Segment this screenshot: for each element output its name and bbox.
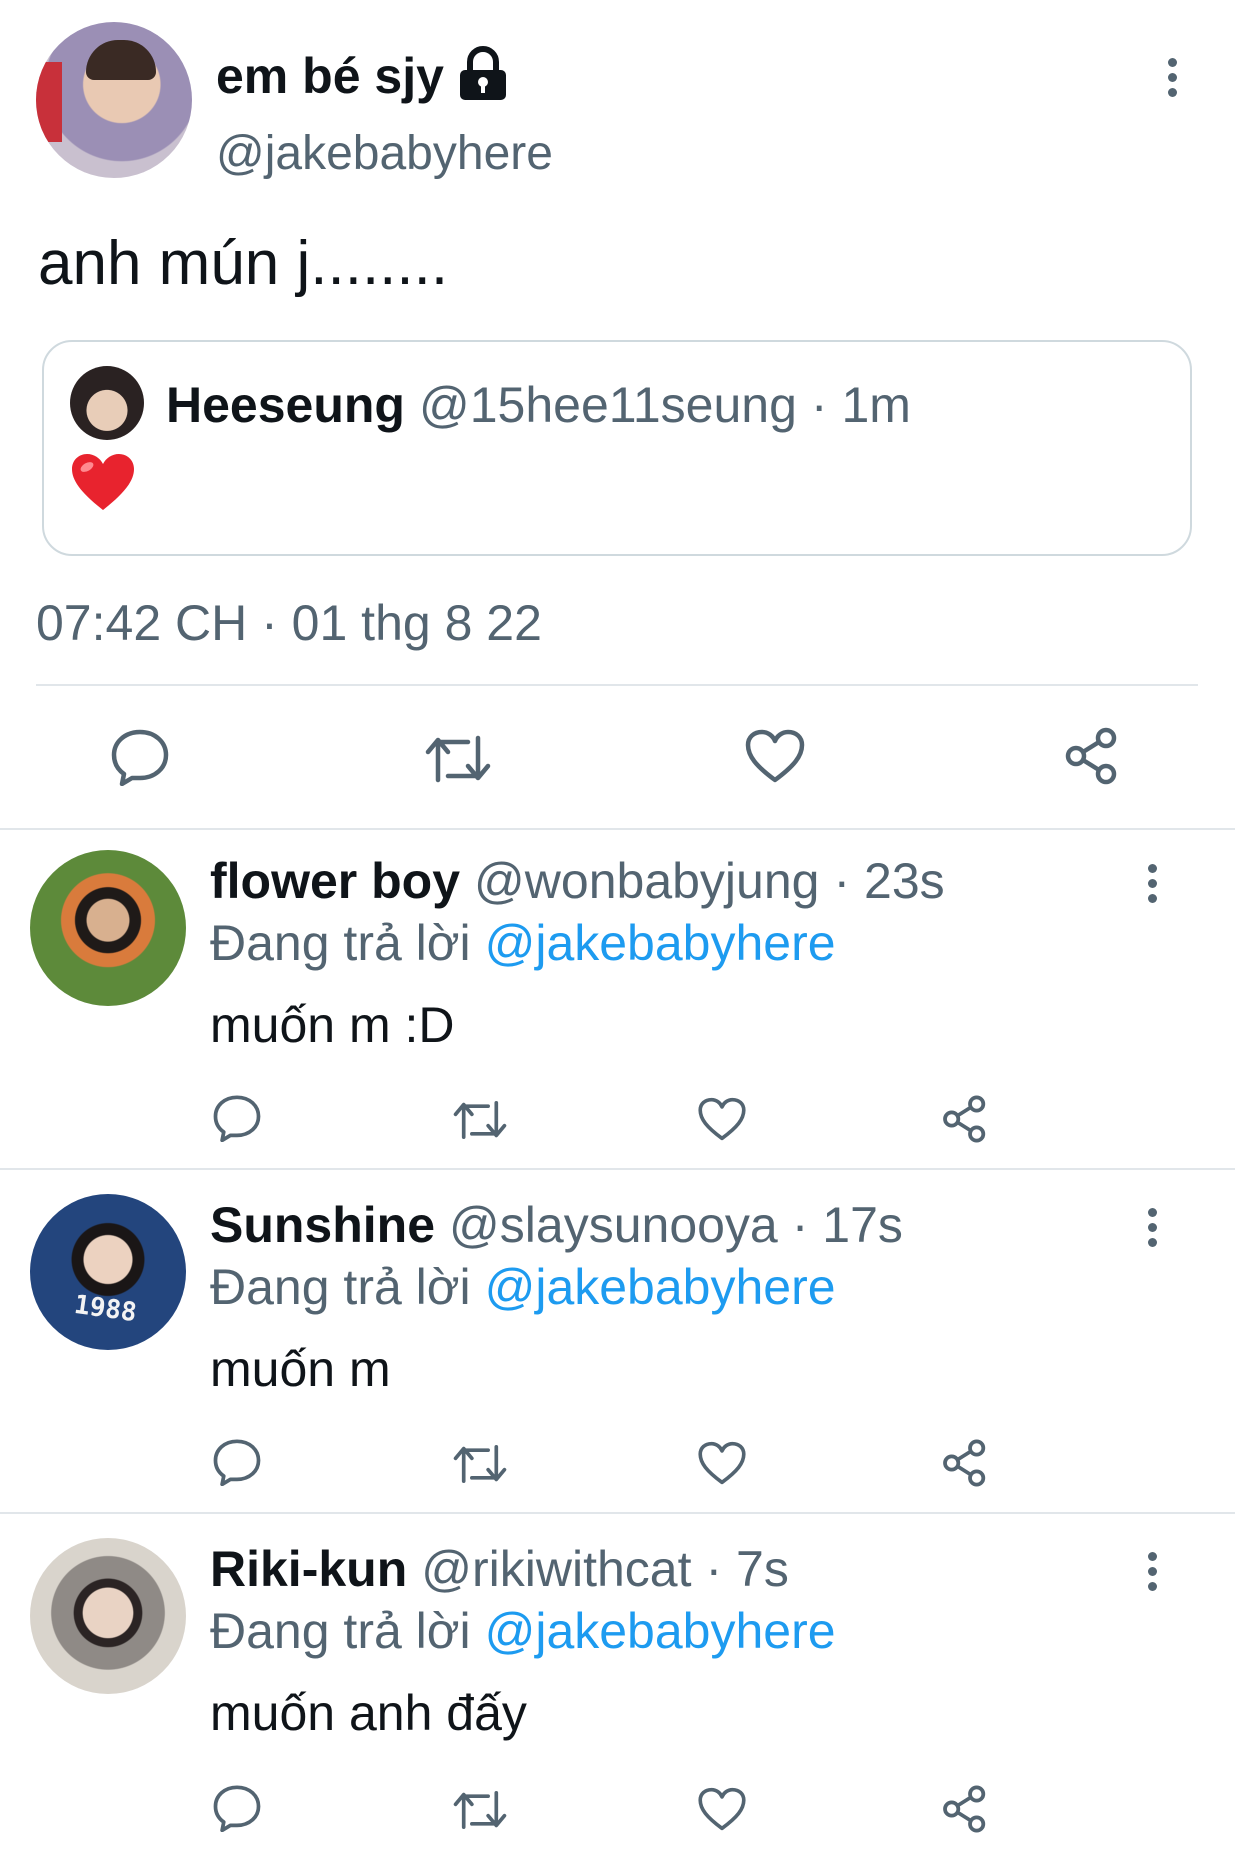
author-avatar[interactable] (36, 22, 192, 178)
heart-emoji (70, 452, 136, 517)
reply-display-name[interactable]: Sunshine (210, 1196, 435, 1254)
reply-time: · 7s (705, 1541, 789, 1597)
reply-avatar[interactable] (30, 1538, 186, 1694)
reply-icon[interactable] (212, 1438, 262, 1486)
reply-avatar[interactable] (30, 850, 186, 1006)
reply-time: · 17s (791, 1197, 903, 1253)
author-display-name[interactable]: em bé sjy (216, 47, 444, 105)
retweet-icon[interactable] (452, 1098, 508, 1142)
quoted-display-name: Heeseung (166, 377, 405, 433)
more-vertical-icon[interactable] (1166, 58, 1178, 97)
reply-text: muốn anh đấy (210, 1685, 527, 1741)
reply-handle[interactable]: @wonbabyjung (474, 852, 819, 910)
replying-to-label: Đang trả lời (210, 915, 471, 971)
share-icon[interactable] (1062, 726, 1122, 786)
replying-to-handle[interactable]: @jakebabyhere (485, 1259, 836, 1315)
reply-time: · 23s (833, 853, 945, 909)
reply-avatar[interactable]: 1988 (30, 1194, 186, 1350)
reply-handle[interactable]: @slaysunooya (449, 1196, 778, 1254)
more-vertical-icon[interactable] (1146, 1552, 1158, 1591)
replying-to-handle[interactable]: @jakebabyhere (485, 1603, 836, 1659)
replying-to-label: Đang trả lời (210, 1259, 471, 1315)
quoted-author-avatar (70, 366, 144, 440)
replying-to-handle[interactable]: @jakebabyhere (485, 915, 836, 971)
reply-icon[interactable] (212, 1784, 262, 1832)
more-vertical-icon[interactable] (1146, 864, 1158, 903)
share-icon[interactable] (940, 1094, 990, 1144)
like-icon[interactable] (744, 728, 806, 784)
retweet-icon[interactable] (452, 1788, 508, 1832)
reply-handle[interactable]: @rikiwithcat (421, 1540, 691, 1598)
like-icon[interactable] (697, 1440, 747, 1486)
reply-text: muốn m (210, 1341, 391, 1397)
share-icon[interactable] (940, 1784, 990, 1834)
reply-display-name[interactable]: flower boy (210, 852, 460, 910)
tweet-timestamp: 07:42 CH · 01 thg 8 22 (36, 595, 542, 651)
reply-display-name[interactable]: Riki-kun (210, 1540, 407, 1598)
share-icon[interactable] (940, 1438, 990, 1488)
author-handle[interactable]: @jakebabyhere (216, 126, 553, 181)
quoted-time: · 1m (810, 377, 911, 433)
like-icon[interactable] (697, 1096, 747, 1142)
quoted-handle: @15hee11seung (418, 377, 797, 433)
reply-text: muốn m :D (210, 997, 455, 1053)
reply-icon[interactable] (212, 1094, 262, 1142)
more-vertical-icon[interactable] (1146, 1208, 1158, 1247)
reply-icon[interactable] (110, 728, 170, 786)
like-icon[interactable] (697, 1786, 747, 1832)
retweet-icon[interactable] (452, 1442, 508, 1486)
retweet-icon[interactable] (424, 732, 492, 786)
lock-icon (456, 45, 510, 107)
quoted-tweet-card[interactable]: Heeseung @15hee11seung · 1m (42, 340, 1192, 556)
tweet-text: anh mún j........ (38, 229, 449, 298)
replying-to-label: Đang trả lời (210, 1603, 471, 1659)
